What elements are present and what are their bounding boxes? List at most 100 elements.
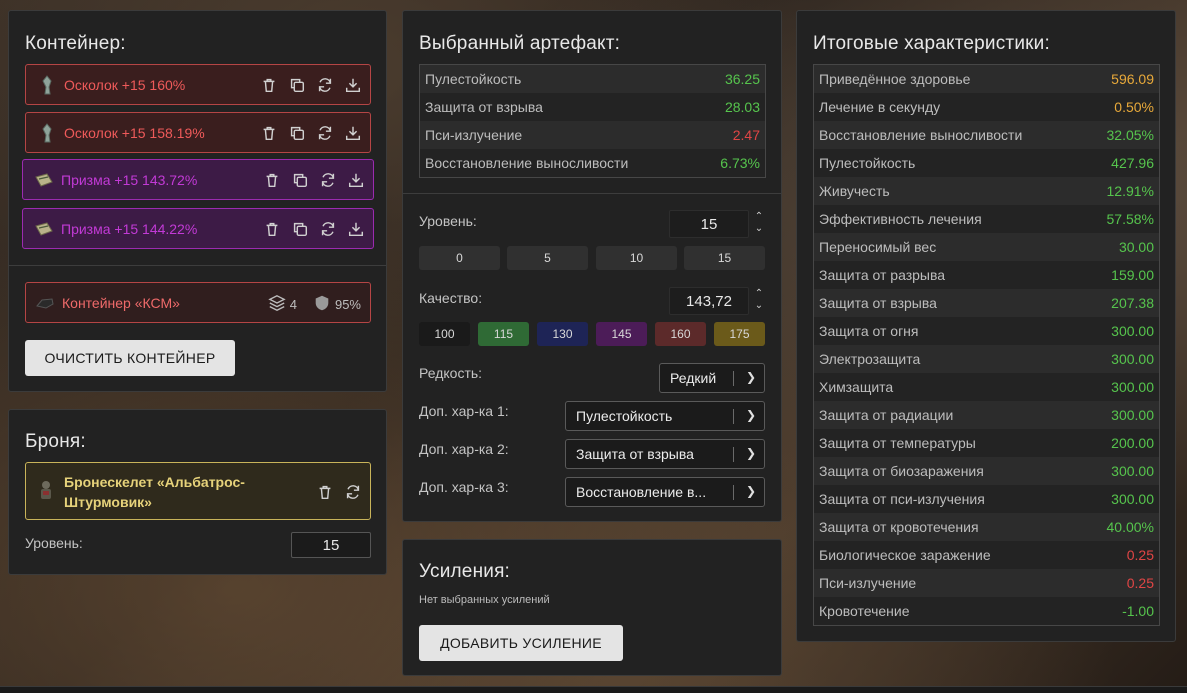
delete-icon[interactable]	[259, 123, 278, 142]
quality-spinner[interactable]: ⌃ ⌄	[753, 288, 765, 312]
artifact-actions	[262, 219, 365, 238]
artifact-name: Призма +15 143.72%	[61, 171, 198, 188]
totals-title: Итоговые характеристики:	[813, 33, 1050, 54]
artifact-item[interactable]: Призма +15 143.72%	[22, 159, 374, 200]
quality-preset-button[interactable]: 160	[655, 322, 706, 346]
stat-label: Биологическое заражение	[819, 547, 991, 563]
extra1-select[interactable]: Пулестойкость ❯	[565, 401, 765, 431]
select-separator	[733, 447, 734, 462]
stat-value: 0.50%	[1114, 99, 1154, 115]
rarity-value: Редкий	[670, 370, 717, 386]
level-preset-button[interactable]: 15	[684, 246, 765, 270]
stat-label: Пси-излучение	[819, 575, 917, 591]
selected-stats-table: Пулестойкость 36.25 Защита от взрыва 28.03 П…	[419, 64, 766, 178]
stat-value: 159.00	[1111, 267, 1154, 283]
armor-name-line2: Штурмовик»	[64, 494, 152, 510]
armor-level-input[interactable]: 15	[291, 532, 371, 558]
stat-value: 300.00	[1111, 379, 1154, 395]
refresh-icon[interactable]	[343, 482, 362, 501]
copy-icon[interactable]	[290, 219, 309, 238]
select-separator	[733, 485, 734, 500]
refresh-icon[interactable]	[318, 219, 337, 238]
delete-icon[interactable]	[315, 482, 334, 501]
stat-row: Переносимый вес 30.00	[814, 233, 1159, 261]
artifact-item[interactable]: Осколок +15 158.19%	[25, 112, 371, 153]
container-item[interactable]: Контейнер «КСМ» 4 95%	[25, 282, 371, 323]
stat-label: Защита от взрыва	[425, 99, 543, 115]
stat-row: Защита от взрыва 28.03	[420, 93, 765, 121]
extra1-label: Доп. хар-ка 1:	[419, 403, 509, 419]
rarity-select[interactable]: Редкий ❯	[659, 363, 765, 393]
delete-icon[interactable]	[259, 75, 278, 94]
boosts-empty-text: Нет выбранных усилений	[419, 594, 550, 606]
artifact-item[interactable]: Призма +15 144.22%	[22, 208, 374, 249]
extra2-select[interactable]: Защита от взрыва ❯	[565, 439, 765, 469]
stat-row: Кровотечение -1.00	[814, 597, 1159, 625]
copy-icon[interactable]	[287, 123, 306, 142]
stat-row: Защита от разрыва 159.00	[814, 261, 1159, 289]
stat-label: Электрозащита	[819, 351, 921, 367]
armor-name-line1: Бронескелет «Альбатрос-	[64, 474, 245, 490]
download-icon[interactable]	[343, 123, 362, 142]
artifact-actions	[259, 123, 362, 142]
select-separator	[733, 409, 734, 424]
copy-icon[interactable]	[290, 170, 309, 189]
extra3-value: Восстановление в...	[576, 484, 707, 500]
chevron-down-icon[interactable]: ⌄	[755, 300, 763, 312]
armor-item[interactable]: Бронескелет «Альбатрос- Штурмовик»	[25, 462, 371, 520]
copy-icon[interactable]	[287, 75, 306, 94]
quality-preset-button[interactable]: 145	[596, 322, 647, 346]
level-preset-button[interactable]: 10	[596, 246, 677, 270]
stat-label: Защита от биозаражения	[819, 463, 984, 479]
extra2-label: Доп. хар-ка 2:	[419, 441, 509, 457]
stat-row: Лечение в секунду 0.50%	[814, 93, 1159, 121]
stat-row: Защита от радиации 300.00	[814, 401, 1159, 429]
stat-value: 300.00	[1111, 491, 1154, 507]
artifact-item[interactable]: Осколок +15 160%	[25, 64, 371, 105]
quality-preset-button[interactable]: 175	[714, 322, 765, 346]
stat-value: 57.58%	[1106, 211, 1154, 227]
stat-label: Приведённое здоровье	[819, 71, 971, 87]
level-spinner[interactable]: ⌃ ⌄	[753, 211, 765, 235]
delete-icon[interactable]	[262, 219, 281, 238]
stat-label: Защита от пси-излучения	[819, 491, 985, 507]
stat-value: 2.47	[732, 127, 760, 143]
select-separator	[733, 371, 734, 386]
refresh-icon[interactable]	[315, 123, 334, 142]
level-preset-button[interactable]: 0	[419, 246, 500, 270]
stat-value: 40.00%	[1106, 519, 1154, 535]
bottom-bar	[0, 686, 1187, 693]
refresh-icon[interactable]	[315, 75, 334, 94]
quality-preset-button[interactable]: 100	[419, 322, 470, 346]
armor-level-label: Уровень:	[25, 535, 83, 551]
stat-row: Восстановление выносливости 32.05%	[814, 121, 1159, 149]
stat-value: 28.03	[724, 99, 760, 115]
chevron-down-icon[interactable]: ⌄	[755, 223, 763, 235]
chevron-up-icon[interactable]: ⌃	[755, 288, 763, 300]
download-icon[interactable]	[346, 170, 365, 189]
stat-value: 32.05%	[1106, 127, 1154, 143]
stat-value: 300.00	[1111, 463, 1154, 479]
add-boost-button[interactable]: ДОБАВИТЬ УСИЛЕНИЕ	[419, 625, 623, 661]
stat-row: Пси-излучение 2.47	[420, 121, 765, 149]
extra3-select[interactable]: Восстановление в... ❯	[565, 477, 765, 507]
chevron-up-icon[interactable]: ⌃	[755, 211, 763, 223]
download-icon[interactable]	[343, 75, 362, 94]
stat-label: Защита от радиации	[819, 407, 954, 423]
level-preset-button[interactable]: 5	[507, 246, 588, 270]
stat-label: Защита от разрыва	[819, 267, 946, 283]
delete-icon[interactable]	[262, 170, 281, 189]
download-icon[interactable]	[346, 219, 365, 238]
quality-preset-button[interactable]: 115	[478, 322, 529, 346]
quality-input[interactable]: 143,72	[669, 287, 749, 315]
level-input[interactable]: 15	[669, 210, 749, 238]
refresh-icon[interactable]	[318, 170, 337, 189]
container-slots: 4	[289, 297, 297, 312]
quality-preset-button[interactable]: 130	[537, 322, 588, 346]
stat-value: 0.25	[1126, 547, 1154, 563]
stat-label: Защита от огня	[819, 323, 919, 339]
container-stats: 4 95%	[268, 294, 361, 315]
stat-row: Защита от огня 300.00	[814, 317, 1159, 345]
stat-row: Биологическое заражение 0.25	[814, 541, 1159, 569]
clear-container-button[interactable]: ОЧИСТИТЬ КОНТЕЙНЕР	[25, 340, 235, 376]
